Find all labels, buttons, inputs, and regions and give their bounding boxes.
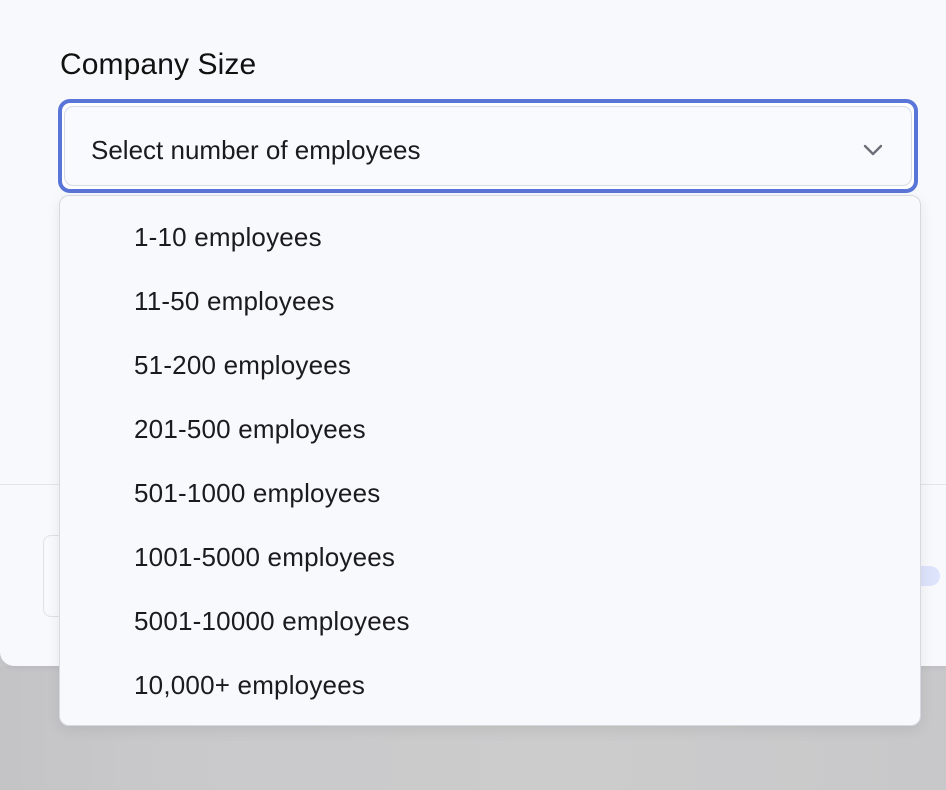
company-size-label: Company Size xyxy=(60,48,257,81)
option-11-50[interactable]: 11-50 employees xyxy=(60,269,920,333)
option-1-10[interactable]: 1-10 employees xyxy=(60,205,920,269)
option-201-500[interactable]: 201-500 employees xyxy=(60,397,920,461)
option-501-1000[interactable]: 501-1000 employees xyxy=(60,461,920,525)
company-size-select[interactable]: Select number of employees xyxy=(58,99,918,193)
chevron-down-icon xyxy=(863,144,883,156)
option-5001-10000[interactable]: 5001-10000 employees xyxy=(60,589,920,653)
option-51-200[interactable]: 51-200 employees xyxy=(60,333,920,397)
option-10000-plus[interactable]: 10,000+ employees xyxy=(60,653,920,717)
select-inner-box: Select number of employees xyxy=(64,106,912,186)
option-1001-5000[interactable]: 1001-5000 employees xyxy=(60,525,920,589)
company-size-dropdown-menu: 1-10 employees 11-50 employees 51-200 em… xyxy=(59,195,921,726)
select-placeholder: Select number of employees xyxy=(91,135,421,165)
